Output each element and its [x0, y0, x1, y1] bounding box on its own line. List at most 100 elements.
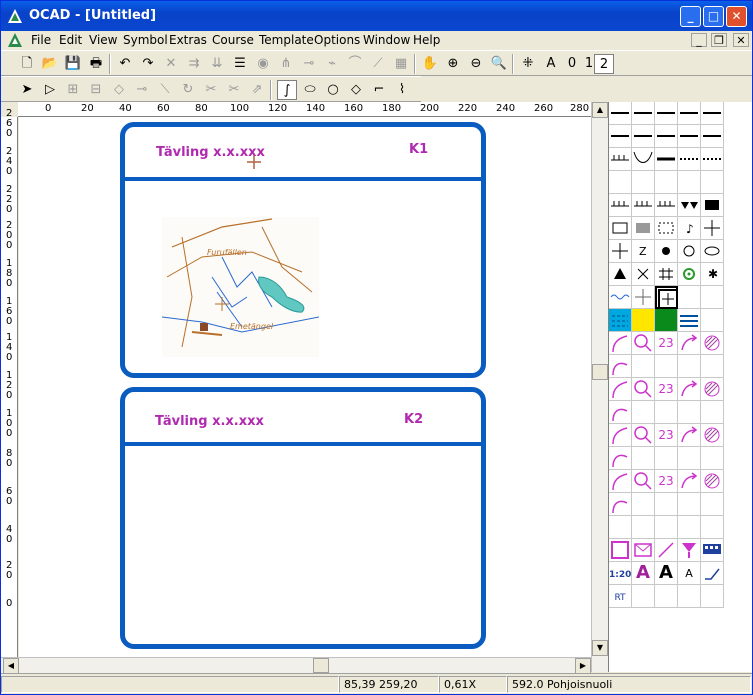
mdi-minimize-button[interactable]: _: [691, 33, 707, 47]
symbol-num[interactable]: 23: [655, 378, 678, 401]
symbol-ring[interactable]: [678, 240, 701, 263]
zoom-fit-icon[interactable]: 🔍: [489, 54, 509, 74]
select-arrow-icon[interactable]: ➤: [17, 80, 37, 100]
symbol-line[interactable]: [632, 102, 655, 125]
symbol-arc[interactable]: [632, 148, 655, 171]
pan-hand-icon[interactable]: ✋: [420, 54, 440, 74]
symbol-yellow[interactable]: [632, 309, 655, 332]
join-icon[interactable]: ⇗: [247, 80, 267, 100]
symbol-hatchc[interactable]: [701, 378, 724, 401]
symbol-tick[interactable]: [609, 148, 632, 171]
symbol-note[interactable]: ♪: [678, 217, 701, 240]
symbol-crs[interactable]: [609, 470, 632, 493]
symbol-bus[interactable]: [701, 539, 724, 562]
symbol-frameb[interactable]: [609, 539, 632, 562]
symbol-lineb[interactable]: [655, 148, 678, 171]
symbol-mag[interactable]: [632, 332, 655, 355]
tool-d-icon[interactable]: ⌁: [322, 54, 342, 74]
tool-a-icon[interactable]: ◉: [253, 54, 273, 74]
symbol-scale[interactable]: 1:20: [609, 562, 632, 585]
symbol-line[interactable]: [609, 102, 632, 125]
minimize-button[interactable]: _: [680, 6, 701, 27]
map-canvas[interactable]: Tävling x.x.xxx K1 Furufällen Emetängel …: [19, 117, 591, 657]
symbol-num[interactable]: 23: [655, 332, 678, 355]
layer-2-button[interactable]: 2: [594, 54, 614, 74]
menu-help[interactable]: Help: [413, 33, 440, 47]
symbol-mag[interactable]: [632, 424, 655, 447]
straight-line-mode-icon[interactable]: ⌐: [369, 80, 389, 100]
symbol-crs[interactable]: [609, 424, 632, 447]
mdi-close-button[interactable]: ✕: [733, 33, 749, 47]
symbol-trifill[interactable]: [609, 263, 632, 286]
symbol-hatchc[interactable]: [701, 424, 724, 447]
rotate-icon[interactable]: ↻: [178, 80, 198, 100]
tool-f-icon[interactable]: ⟋: [368, 54, 388, 74]
menu-window[interactable]: Window: [363, 33, 410, 47]
zoom-in-icon[interactable]: ⊕: [443, 54, 463, 74]
maximize-button[interactable]: □: [703, 6, 724, 27]
symbol-arcl[interactable]: [609, 447, 632, 470]
symbol-hatchc[interactable]: [701, 332, 724, 355]
edit-point-icon[interactable]: ▷: [40, 80, 60, 100]
vertical-scrollbar[interactable]: ▲ ▼: [591, 102, 608, 672]
symbol-a[interactable]: A: [678, 562, 701, 585]
cut-hole-icon[interactable]: ✂: [224, 80, 244, 100]
symbol-line[interactable]: [609, 125, 632, 148]
symbol-dots[interactable]: [678, 148, 701, 171]
menu-symbol[interactable]: Symbol: [123, 33, 168, 47]
menu-edit[interactable]: Edit: [59, 33, 82, 47]
symbol-cyan[interactable]: [609, 309, 632, 332]
scroll-left-button[interactable]: ◀: [3, 658, 19, 674]
menu-file[interactable]: File: [31, 33, 51, 47]
symbol-star[interactable]: ✱: [701, 263, 724, 286]
rectangle-mode-icon[interactable]: ◇: [346, 80, 366, 100]
symbol-tick[interactable]: [655, 194, 678, 217]
symbol-hatchc[interactable]: [701, 470, 724, 493]
undo-icon[interactable]: ↶: [115, 54, 135, 74]
doc-icon[interactable]: [7, 32, 23, 48]
symbol-arcl[interactable]: [609, 355, 632, 378]
fill-icon[interactable]: ☰: [230, 54, 250, 74]
symbol-cross[interactable]: [701, 217, 724, 240]
save-icon[interactable]: 💾: [63, 54, 83, 74]
symbol-tick[interactable]: [609, 194, 632, 217]
corner-point-icon[interactable]: ◇: [109, 80, 129, 100]
symbol-Ab[interactable]: A: [655, 562, 678, 585]
menu-view[interactable]: View: [89, 33, 117, 47]
tool-b-icon[interactable]: ⋔: [276, 54, 296, 74]
symbol-dots[interactable]: [701, 148, 724, 171]
symbol-blk[interactable]: [701, 194, 724, 217]
curve-mode-icon[interactable]: ∫: [277, 80, 297, 100]
symbol-x[interactable]: [632, 263, 655, 286]
symbol-crs[interactable]: [609, 378, 632, 401]
tool-e-icon[interactable]: ⌒: [345, 54, 365, 74]
paste-icon[interactable]: ⇊: [207, 54, 227, 74]
symbol-hatch[interactable]: [632, 217, 655, 240]
add-point-icon[interactable]: ⊞: [63, 80, 83, 100]
symbol-crs[interactable]: [609, 332, 632, 355]
symbol-num[interactable]: 23: [655, 424, 678, 447]
symbol-line[interactable]: [655, 125, 678, 148]
menu-course[interactable]: Course: [212, 33, 254, 47]
symbol-mag[interactable]: [632, 378, 655, 401]
freehand-mode-icon[interactable]: ⌇: [392, 80, 412, 100]
symbol-A[interactable]: A: [632, 562, 655, 585]
symbol-arrow[interactable]: [678, 424, 701, 447]
symbol-plus[interactable]: [632, 286, 655, 309]
symbol-slope[interactable]: [701, 562, 724, 585]
symbol-arrow[interactable]: [678, 470, 701, 493]
symbol-arcl[interactable]: [609, 493, 632, 516]
symbol-mag[interactable]: [632, 470, 655, 493]
symbol-bars[interactable]: [655, 263, 678, 286]
symbol-slash[interactable]: [655, 539, 678, 562]
menu-options[interactable]: Options: [314, 33, 360, 47]
symbol-greenc[interactable]: [678, 263, 701, 286]
symbol-tri[interactable]: [678, 194, 701, 217]
horizontal-scrollbar[interactable]: ◀ ▶: [1, 657, 591, 674]
tool-g-icon[interactable]: ▦: [391, 54, 411, 74]
vertical-scroll-thumb[interactable]: [592, 364, 608, 380]
symbol-arcl[interactable]: [609, 401, 632, 424]
symbol-rt[interactable]: RT: [609, 585, 632, 608]
scroll-right-button[interactable]: ▶: [575, 658, 591, 674]
print-icon[interactable]: 🖶: [86, 54, 106, 74]
